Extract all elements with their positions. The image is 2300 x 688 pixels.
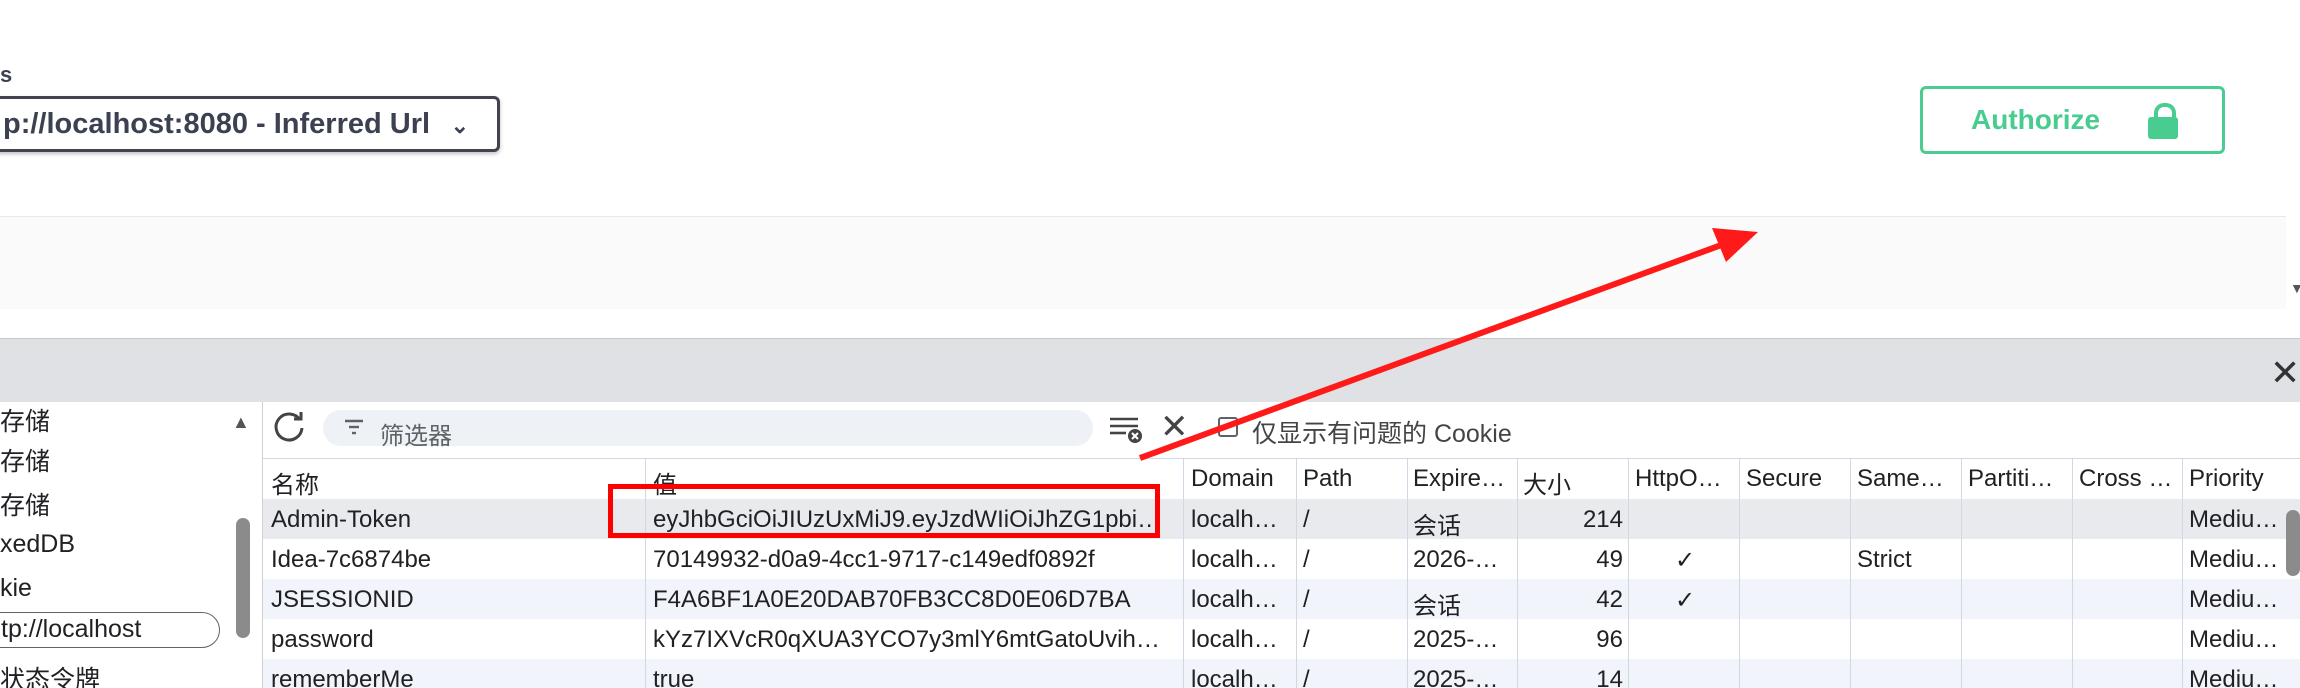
cell-priority: Mediu… (2189, 626, 2279, 653)
col-header-cross-site[interactable]: Cross … (2079, 465, 2179, 493)
table-row[interactable]: Idea-7c6874be 70149932-d0a9-4cc1-9717-c1… (263, 539, 2300, 579)
scroll-down-arrow-icon[interactable]: ▼ (2290, 280, 2300, 296)
col-header-path[interactable]: Path (1303, 465, 1403, 493)
table-header: 名称 值 Domain Path Expire… 大小 HttpO… Secur… (263, 458, 2300, 500)
server-select-value: p://localhost:8080 - Inferred Url (3, 107, 431, 140)
lock-icon (2148, 103, 2178, 139)
servers-label: s (0, 62, 13, 87)
delete-selected-icon[interactable]: ✕ (1160, 410, 1189, 444)
refresh-icon[interactable] (270, 408, 308, 446)
cell-priority: Mediu… (2189, 586, 2279, 613)
column-divider[interactable] (1961, 458, 1962, 688)
table-row[interactable]: rememberMe true localh… / 2025-… 14 Medi… (263, 659, 2300, 688)
sidebar-item-storage-3[interactable]: 存储 (0, 486, 50, 522)
sidebar-item-storage-1[interactable]: 存储 (0, 402, 50, 438)
column-divider[interactable] (1183, 458, 1184, 688)
cell-size: 49 (1596, 546, 1623, 573)
chevron-down-icon: ⌄ (450, 113, 469, 138)
cell-name: JSESSIONID (271, 586, 414, 613)
col-header-domain[interactable]: Domain (1191, 465, 1291, 493)
sidebar-item-indexeddb[interactable]: xedDB (0, 530, 75, 559)
cell-size: 96 (1596, 626, 1623, 653)
cell-priority: Mediu… (2189, 546, 2279, 573)
column-divider[interactable] (1517, 458, 1518, 688)
cell-expires: 2026-… (1413, 546, 1499, 573)
cell-name: Admin-Token (271, 506, 412, 533)
close-icon[interactable]: ✕ (2270, 352, 2300, 394)
filter-placeholder: 筛选器 (380, 423, 452, 450)
cell-domain: localh… (1191, 546, 1278, 573)
cell-path: / (1303, 626, 1310, 653)
cell-priority: Mediu… (2189, 506, 2279, 533)
sidebar-item-storage-2[interactable]: 存储 (0, 442, 50, 478)
cell-domain: localh… (1191, 666, 1278, 688)
cookies-table: 名称 值 Domain Path Expire… 大小 HttpO… Secur… (263, 458, 2300, 688)
table-row[interactable]: Admin-Token eyJhbGciOiJIUzUxMiJ9.eyJzdWI… (263, 499, 2300, 540)
authorize-label: Authorize (1971, 104, 2101, 135)
cell-value: F4A6BF1A0E20DAB70FB3CC8D0E06D7BA (653, 586, 1131, 613)
cell-domain: localh… (1191, 586, 1278, 613)
clear-all-cookies-icon[interactable] (1108, 414, 1144, 444)
cell-size: 214 (1582, 506, 1623, 533)
col-header-size[interactable]: 大小 (1523, 465, 1623, 500)
col-header-secure[interactable]: Secure (1746, 465, 1846, 493)
application-sidebar: 存储 存储 存储 xedDB kie tp://localhost 状态令牌 (0, 402, 263, 688)
sidebar-item-state-token[interactable]: 状态令牌 (0, 660, 100, 688)
operations-section (0, 216, 2286, 309)
column-divider[interactable] (2072, 458, 2073, 688)
cell-expires: 2025-… (1413, 626, 1499, 653)
cell-domain: localh… (1191, 626, 1278, 653)
cell-path: / (1303, 586, 1310, 613)
cell-value: 70149932-d0a9-4cc1-9717-c149edf0892f (653, 546, 1095, 573)
column-divider[interactable] (1407, 458, 1408, 688)
cell-expires: 2025-… (1413, 666, 1499, 688)
column-divider[interactable] (1628, 458, 1629, 688)
sidebar-scrollbar-thumb[interactable] (236, 518, 250, 638)
cell-path: / (1303, 506, 1310, 533)
cell-name: Idea-7c6874be (271, 546, 432, 573)
cell-priority: Mediu… (2189, 666, 2279, 688)
authorize-button[interactable]: Authorize (1920, 86, 2225, 154)
only-issues-checkbox[interactable] (1218, 417, 1238, 437)
devtools-tabbar (0, 338, 2300, 403)
page-scrollbar[interactable] (2286, 0, 2300, 310)
table-row[interactable]: password kYz7IXVcR0qXUA3YCO7y3mlY6mtGato… (263, 619, 2300, 659)
column-divider[interactable] (1850, 458, 1851, 688)
cell-expires: 会话 (1413, 593, 1461, 620)
table-scrollbar-thumb[interactable] (2286, 510, 2300, 576)
cell-path: / (1303, 666, 1310, 688)
server-select[interactable]: p://localhost:8080 - Inferred Url ⌄ (0, 96, 500, 152)
cell-value: kYz7IXVcR0qXUA3YCO7y3mlY6mtGatoUvih… (653, 626, 1160, 653)
cell-domain: localh… (1191, 506, 1278, 533)
column-divider[interactable] (1296, 458, 1297, 688)
cell-name: password (271, 626, 374, 653)
cell-size: 42 (1596, 586, 1623, 613)
col-header-httponly[interactable]: HttpO… (1635, 465, 1735, 493)
annotation-highlight-box (608, 484, 1160, 538)
cell-path: / (1303, 546, 1310, 573)
cell-httponly: ✓ (1674, 587, 1696, 614)
sidebar-item-cookies[interactable]: kie (0, 574, 32, 603)
cell-httponly: ✓ (1674, 547, 1696, 574)
col-header-expires[interactable]: Expire… (1413, 465, 1513, 493)
col-header-partition[interactable]: Partiti… (1968, 465, 2068, 493)
column-divider[interactable] (1739, 458, 1740, 688)
filter-icon (345, 419, 363, 435)
sidebar-scroll-up-icon[interactable]: ▲ (232, 412, 250, 433)
cell-size: 14 (1596, 666, 1623, 688)
cell-samesite: Strict (1857, 546, 1912, 573)
cell-name: rememberMe (271, 666, 414, 688)
column-divider[interactable] (2182, 458, 2183, 688)
col-header-samesite[interactable]: Same… (1857, 465, 1957, 493)
col-header-name[interactable]: 名称 (271, 465, 631, 500)
col-header-priority[interactable]: Priority (2189, 465, 2299, 493)
table-row[interactable]: JSESSIONID F4A6BF1A0E20DAB70FB3CC8D0E06D… (263, 579, 2300, 620)
only-issues-label: 仅显示有问题的 Cookie (1252, 420, 1512, 448)
cell-value: true (653, 666, 695, 688)
cell-expires: 会话 (1413, 513, 1461, 540)
sidebar-item-localhost[interactable]: tp://localhost (0, 612, 220, 648)
